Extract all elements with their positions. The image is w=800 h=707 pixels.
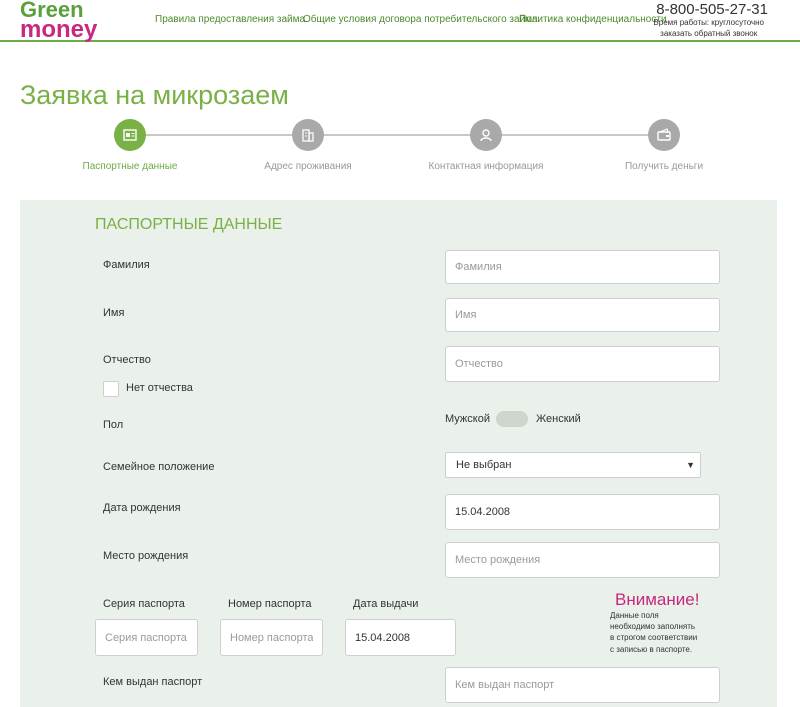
work-hours-block: Время работы: круглосуточно заказать обр…: [653, 18, 764, 40]
marital-status-value: Не выбран: [456, 459, 512, 471]
gender-label: Пол: [103, 419, 124, 431]
no-patronymic-label[interactable]: Нет отчества: [126, 382, 193, 394]
section-title: ПАСПОРТНЫЕ ДАННЫЕ: [95, 216, 283, 233]
caret-down-icon: ▼: [686, 460, 695, 470]
birth-date-input[interactable]: [445, 494, 720, 530]
callback-link[interactable]: заказать обратный звонок: [653, 29, 764, 40]
step-3-contact-icon[interactable]: [470, 119, 502, 151]
no-patronymic-checkbox[interactable]: [103, 381, 119, 397]
steps-progress-line: [132, 134, 662, 136]
last-name-input[interactable]: [445, 250, 720, 284]
wallet-icon: [657, 128, 671, 141]
step-4-money-icon[interactable]: [648, 119, 680, 151]
passport-series-input[interactable]: [95, 619, 198, 656]
birth-place-input[interactable]: [445, 542, 720, 578]
step-2-address-icon[interactable]: [292, 119, 324, 151]
first-name-label: Имя: [103, 307, 125, 319]
issue-date-label: Дата выдачи: [353, 598, 419, 610]
step-4-label[interactable]: Получить деньги: [625, 161, 703, 172]
issued-by-input[interactable]: [445, 667, 720, 703]
marital-status-select[interactable]: Не выбран ▼: [445, 452, 701, 478]
passport-icon: [123, 129, 137, 141]
gender-toggle[interactable]: [496, 411, 528, 427]
phone-number[interactable]: 8-800-505-27-31: [656, 1, 768, 18]
issued-by-label: Кем выдан паспорт: [103, 676, 203, 688]
patronymic-label: Отчество: [103, 354, 151, 366]
passport-number-label: Номер паспорта: [228, 598, 312, 610]
logo[interactable]: Green money: [20, 0, 97, 42]
building-icon: [302, 129, 314, 142]
logo-money: money: [20, 15, 98, 43]
nav-link-general-terms[interactable]: Общие условия договора потребительского …: [303, 14, 538, 25]
warning-text: Данные поля необходимо заполнять в строг…: [610, 610, 697, 655]
step-2-label[interactable]: Адрес проживания: [264, 161, 351, 172]
patronymic-input[interactable]: [445, 346, 720, 382]
issue-date-input[interactable]: [345, 619, 456, 656]
nav-link-privacy-policy[interactable]: Политика конфиденциальности: [519, 14, 667, 25]
work-hours: Время работы: круглосуточно: [653, 18, 764, 27]
marital-status-label: Семейное положение: [103, 461, 215, 473]
site-header: Green money Правила предоставления займа…: [0, 0, 800, 42]
gender-male-label[interactable]: Мужской: [445, 413, 490, 425]
person-icon: [480, 129, 492, 142]
passport-series-label: Серия паспорта: [103, 598, 185, 610]
first-name-input[interactable]: [445, 298, 720, 332]
step-1-label[interactable]: Паспортные данные: [83, 161, 178, 172]
last-name-label: Фамилия: [103, 259, 150, 271]
nav-link-loan-rules[interactable]: Правила предоставления займа: [155, 14, 305, 25]
birth-place-label: Место рождения: [103, 550, 189, 562]
warning-line: необходимо заполнять: [610, 622, 696, 632]
warning-title: Внимание!: [615, 590, 700, 609]
warning-line: Данные поля: [610, 611, 659, 620]
step-1-passport-icon[interactable]: [114, 119, 146, 151]
warning-line: в строгом соответствии: [610, 633, 698, 643]
page-title: Заявка на микрозаем: [20, 80, 289, 110]
passport-number-input[interactable]: [220, 619, 323, 656]
gender-female-label[interactable]: Женский: [536, 413, 581, 425]
step-3-label[interactable]: Контактная информация: [429, 161, 544, 172]
birth-date-label: Дата рождения: [103, 502, 181, 514]
warning-line: с записью в паспорте.: [610, 644, 693, 654]
